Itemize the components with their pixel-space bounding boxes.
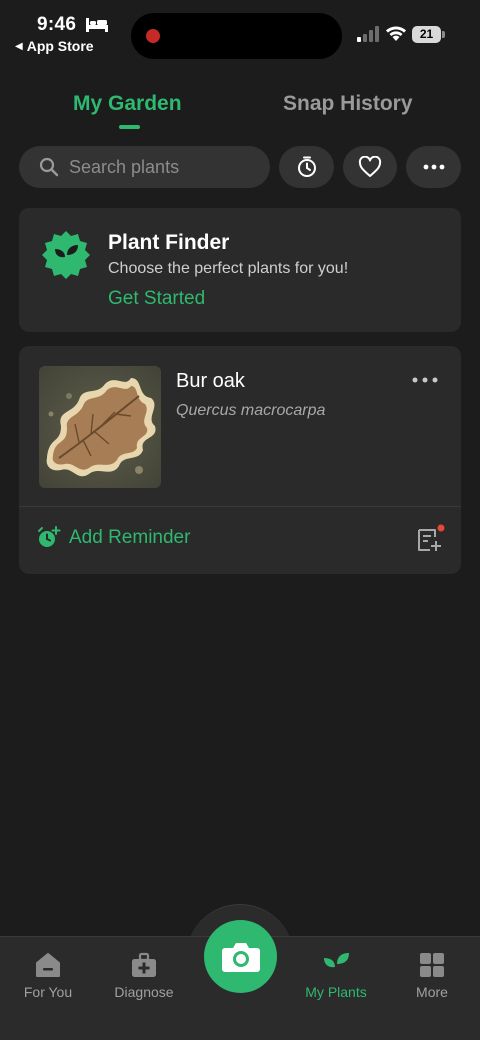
card-divider	[19, 506, 461, 507]
search-bar[interactable]	[19, 146, 270, 188]
active-tab-indicator	[119, 125, 140, 129]
search-icon	[39, 157, 59, 177]
screen: 9:46 ◀ App Store 21 My Garden Snap Histo…	[0, 0, 480, 1040]
dynamic-island	[131, 13, 342, 59]
notification-dot	[437, 524, 445, 532]
add-reminder-button[interactable]: Add Reminder	[37, 526, 190, 550]
timer-icon	[297, 156, 316, 177]
alarm-add-icon	[38, 526, 61, 547]
battery-nub	[442, 31, 445, 38]
nav-diagnose[interactable]: Diagnose	[96, 937, 192, 1017]
plant-finder-subtitle: Choose the perfect plants for you!	[108, 260, 349, 277]
recording-indicator	[146, 29, 160, 43]
nav-my-plants-label: My Plants	[305, 984, 367, 1000]
medkit-icon	[132, 952, 156, 977]
battery-icon: 21	[412, 26, 445, 43]
status-time: 9:46	[37, 14, 77, 35]
nav-more[interactable]: More	[384, 937, 480, 1017]
search-input[interactable]	[69, 156, 249, 178]
bed-icon	[86, 18, 108, 32]
home-icon	[36, 953, 60, 977]
favorites-button[interactable]	[343, 146, 397, 188]
back-triangle-icon: ◀	[15, 40, 23, 52]
plant-finder-badge-icon	[42, 231, 90, 279]
nav-diagnose-label: Diagnose	[114, 984, 174, 1000]
tab-snap-history[interactable]: Snap History	[283, 92, 413, 116]
heart-icon	[358, 156, 382, 177]
get-started-link[interactable]: Get Started	[108, 288, 205, 310]
reminders-button[interactable]	[279, 146, 334, 188]
nav-my-plants[interactable]: My Plants	[288, 937, 384, 1017]
plant-finder-title: Plant Finder	[108, 231, 230, 254]
tab-my-garden[interactable]: My Garden	[73, 92, 182, 116]
plant-thumbnail[interactable]	[39, 366, 161, 488]
back-to-app-store[interactable]: ◀ App Store	[15, 38, 94, 54]
plant-more-icon[interactable]	[411, 376, 439, 384]
sprout-icon	[324, 953, 349, 977]
more-options-button[interactable]	[406, 146, 461, 188]
nav-for-you[interactable]: For You	[0, 937, 96, 1017]
battery-level: 21	[412, 26, 441, 43]
grid-icon	[420, 953, 444, 977]
more-icon	[423, 164, 444, 170]
plant-finder-card[interactable]: Plant Finder Choose the perfect plants f…	[19, 208, 461, 332]
wifi-icon	[386, 26, 406, 41]
status-bar: 9:46 ◀ App Store 21	[0, 0, 480, 62]
signal-icon	[357, 26, 379, 42]
plant-scientific-name: Quercus macrocarpa	[176, 402, 326, 419]
camera-button[interactable]	[204, 920, 277, 993]
add-note-icon[interactable]	[415, 524, 445, 554]
back-app-label: App Store	[26, 38, 94, 54]
nav-more-label: More	[416, 984, 448, 1000]
plant-name: Bur oak	[176, 370, 245, 392]
add-reminder-label: Add Reminder	[69, 527, 191, 548]
plant-card[interactable]: Bur oak Quercus macrocarpa Add Reminder	[19, 346, 461, 574]
camera-icon	[221, 942, 260, 972]
nav-for-you-label: For You	[23, 984, 73, 1000]
